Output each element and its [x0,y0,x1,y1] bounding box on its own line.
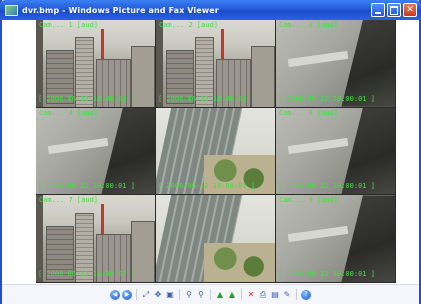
camera-tile-1: Cam... 1 [aud] [ 2006-06-12 10:00:01 ] [36,20,156,108]
toolbar-divider [136,289,137,300]
print-icon[interactable]: ⎙ [258,290,268,300]
building-ledge [287,225,348,243]
camera-tile-7: Cam... 7 [aud] [ 2006-06-12 10:00:01 ] [36,195,156,283]
camera-tile-3: Cam... 3 [aud] [ 2006-06-12 10:00:01 ] [276,20,396,108]
maximize-button[interactable] [387,3,401,17]
camera-timestamp: [ 2006-06-12 10:00:01 ] [158,182,255,191]
rotate-clockwise-icon[interactable]: ▲ [215,290,225,300]
camera-tile-6: Cam... 6 [aud] [ 2006-06-12 10:00:01 ] [276,107,396,196]
toolbar-divider [179,289,180,300]
camera-tile-8 [156,195,276,283]
next-image-icon[interactable]: ▶ [122,289,132,300]
window-title: dvr.bmp - Windows Picture and Fax Viewer [22,5,219,15]
camera-tile-9: Cam... 9 [aud] [ 2006-06-12 10:00:01 ] [276,195,396,283]
minimize-button[interactable] [371,3,385,17]
close-icon: ✕ [406,5,414,15]
building-edge [341,107,395,195]
camera-label: Cam... 6 [aud] [279,108,339,117]
camera-tile-4: Cam... 4 [aud] [ 2006-06-12 10:00:01 ] [36,107,156,196]
camera-tile-2: Cam... 2 [aud] [ 2006-06-12 10:00:01 ] [156,20,276,108]
building-ledge [47,138,108,155]
picture-viewer-window: dvr.bmp - Windows Picture and Fax Viewer… [0,0,421,304]
app-icon [5,4,18,16]
best-fit-icon[interactable]: ⤢ [141,290,151,300]
zoom-out-icon[interactable]: ⚲ [196,290,206,300]
previous-image-icon[interactable]: ◀ [110,289,120,300]
actual-size-icon[interactable]: ✥ [153,290,163,300]
window-frame [36,195,44,282]
camera-timestamp: [ 2006-06-12 10:00:01 ] [38,94,135,103]
building-edge [341,195,395,282]
camera-label: Cam... 3 [aud] [279,21,339,29]
maximize-icon [390,6,398,15]
camera-timestamp: [ 2006-06-12 10:00:01 ] [278,269,375,278]
camera-label: Cam... 9 [aud] [279,196,339,205]
window-frame [36,20,44,107]
building-edge [101,107,155,195]
viewer-toolbar: ◀ ▶ ⤢ ✥ ▣ ⚲ ⚲ ▲ ▲ ✕ ⎙ ▤ ✎ ? [2,284,419,304]
toolbar-divider [210,289,211,300]
camera-label: Cam... 2 [aud] [159,21,219,29]
open-editor-icon[interactable]: ✎ [282,290,292,300]
building-ledge [287,138,348,155]
toolbar-divider [241,289,242,300]
camera-label: Cam... 1 [aud] [39,21,99,29]
park [203,243,275,282]
title-bar[interactable]: dvr.bmp - Windows Picture and Fax Viewer… [0,0,421,20]
window-frame [156,20,164,107]
camera-timestamp: [ 2006-06-12 10:00:01 ] [278,94,375,103]
building-edge [341,20,395,107]
camera-label: Cam... 7 [aud] [39,196,99,205]
camera-timestamp: [ 2006-06-12 10:00:01 ] [278,182,375,191]
camera-timestamp: [ 2006-06-12 10:00:01 ] [38,182,135,191]
rotate-counterclockwise-icon[interactable]: ▲ [227,290,237,300]
minimize-icon [375,12,381,14]
delete-icon[interactable]: ✕ [246,290,256,300]
slideshow-icon[interactable]: ▣ [165,290,175,300]
building-ledge [287,50,348,67]
window-controls: ✕ [371,3,417,17]
image-canvas[interactable]: Cam... 1 [aud] [ 2006-06-12 10:00:01 ] C… [36,20,396,283]
camera-timestamp: [ 2006-06-12 10:00:01 ] [158,94,255,103]
toolbar-divider [296,289,297,300]
close-button[interactable]: ✕ [403,3,417,17]
camera-tile-5: [ 2006-06-12 10:00:01 ] [156,107,276,196]
help-icon[interactable]: ? [301,289,311,300]
camera-timestamp: [ 2006-06-12 10:00:01 ] [38,269,135,278]
camera-label: Cam... 4 [aud] [39,108,99,117]
zoom-in-icon[interactable]: ⚲ [184,290,194,300]
save-icon[interactable]: ▤ [270,290,280,300]
